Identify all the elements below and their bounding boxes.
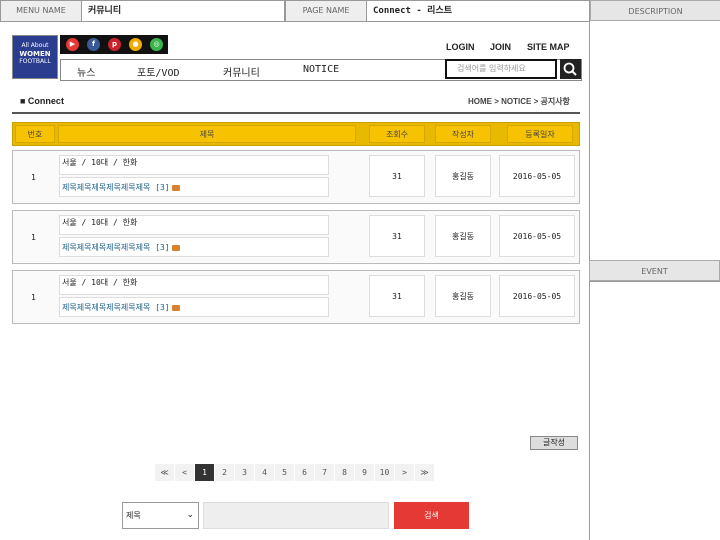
join-link[interactable]: JOIN xyxy=(490,42,511,52)
site-logo[interactable]: All About WOMEN FOOTBALL xyxy=(12,35,58,79)
breadcrumb: HOME > NOTICE > 공지사항 xyxy=(468,97,570,106)
login-link[interactable]: LOGIN xyxy=(446,42,475,52)
search-icon xyxy=(563,62,577,76)
row-title: 제목제목제목제목제목제목 [3] xyxy=(62,243,170,252)
youtube-icon[interactable]: ▶ xyxy=(66,38,79,51)
next-page-button[interactable]: > xyxy=(395,464,414,481)
page-8-button[interactable]: 8 xyxy=(335,464,354,481)
facebook-icon[interactable]: f xyxy=(87,38,100,51)
nav-photo-vod[interactable]: 포토/VOD xyxy=(137,64,179,79)
row-author: 홍길동 xyxy=(435,155,491,197)
page-9-button[interactable]: 9 xyxy=(355,464,374,481)
section-title: ■ Connect xyxy=(20,96,64,106)
th-date: 등록일자 xyxy=(507,125,573,143)
page-10-button[interactable]: 10 xyxy=(375,464,394,481)
page-name-bar: PAGE NAME Connect - 리스트 xyxy=(285,0,590,22)
table-row[interactable]: 1 서울 / 10대 / 한화제목제목제목제목제목제목 [3] 31 홍길동 2016-… xyxy=(12,210,580,264)
row-title: 제목제목제목제목제목제목 [3] xyxy=(62,303,170,312)
row-title: 제목제목제목제목제목제목 [3] xyxy=(62,183,170,192)
row-views: 31 xyxy=(369,155,425,197)
menu-name-label: MENU NAME xyxy=(16,6,66,15)
search-type-select[interactable]: 제목 ⌄ xyxy=(122,502,199,529)
logo-line1: All About xyxy=(21,42,49,49)
first-page-button[interactable]: ≪ xyxy=(155,464,174,481)
row-title-link[interactable]: 제목제목제목제목제목제목 [3] xyxy=(59,177,329,197)
chevron-down-icon: ⌄ xyxy=(186,510,194,520)
page-7-button[interactable]: 7 xyxy=(315,464,334,481)
nav-notice[interactable]: NOTICE xyxy=(303,64,339,75)
row-author: 홍길동 xyxy=(435,215,491,257)
page-3-button[interactable]: 3 xyxy=(235,464,254,481)
logo-line3: FOOTBALL xyxy=(19,58,51,65)
section-divider xyxy=(12,112,580,114)
row-title-link[interactable]: 제목제목제목제목제목제목 [3] xyxy=(59,237,329,257)
header-search-input[interactable]: 검색어를 입력하세요 xyxy=(445,59,557,79)
row-title-link[interactable]: 제목제목제목제목제목제목 [3] xyxy=(59,297,329,317)
event-header: EVENT xyxy=(589,260,720,281)
nav-community[interactable]: 커뮤니티 xyxy=(223,64,260,79)
nav-news[interactable]: 뉴스 xyxy=(77,64,95,79)
new-badge-icon xyxy=(171,184,180,191)
th-views: 조회수 xyxy=(369,125,425,143)
write-button[interactable]: 글작성 xyxy=(530,436,578,450)
search-button[interactable]: 검색 xyxy=(394,502,469,529)
th-title: 제목 xyxy=(58,125,356,143)
row-location: 서울 / 10대 / 한화 xyxy=(59,275,329,295)
page-5-button[interactable]: 5 xyxy=(275,464,294,481)
menu-name-bar: MENU NAME 커뮤니티 xyxy=(0,0,285,22)
row-date: 2016-05-05 xyxy=(499,215,575,257)
row-number: 1 xyxy=(31,293,36,302)
menu-name-value: 커뮤니티 xyxy=(81,1,284,21)
row-location: 서울 / 10대 / 한화 xyxy=(59,155,329,175)
search-input[interactable] xyxy=(203,502,389,529)
kakao-icon[interactable]: ● xyxy=(129,38,142,51)
table-row[interactable]: 1 서울 / 10대 / 한화제목제목제목제목제목제목 [3] 31 홍길동 2016-… xyxy=(12,270,580,324)
naver-band-icon[interactable]: ◎ xyxy=(150,38,163,51)
row-date: 2016-05-05 xyxy=(499,155,575,197)
new-badge-icon xyxy=(171,304,180,311)
row-location: 서울 / 10대 / 한화 xyxy=(59,215,329,235)
row-views: 31 xyxy=(369,275,425,317)
page-6-button[interactable]: 6 xyxy=(295,464,314,481)
last-page-button[interactable]: ≫ xyxy=(415,464,434,481)
row-number: 1 xyxy=(31,233,36,242)
row-date: 2016-05-05 xyxy=(499,275,575,317)
event-divider xyxy=(589,281,720,282)
row-number: 1 xyxy=(31,173,36,182)
page-1-button[interactable]: 1 xyxy=(195,464,214,481)
search-type-value: 제목 xyxy=(126,511,141,520)
header-search-button[interactable] xyxy=(560,59,581,79)
pinterest-icon[interactable]: p xyxy=(108,38,121,51)
row-views: 31 xyxy=(369,215,425,257)
prev-page-button[interactable]: < xyxy=(175,464,194,481)
social-icons: ▶ f p ● ◎ xyxy=(60,35,168,54)
page-4-button[interactable]: 4 xyxy=(255,464,274,481)
new-badge-icon xyxy=(171,244,180,251)
table-row[interactable]: 1 서울 / 10대 / 한화제목제목제목제목제목제목 [3] 31 홍길동 2016-… xyxy=(12,150,580,204)
th-num: 번호 xyxy=(15,125,55,143)
th-author: 작성자 xyxy=(435,125,491,143)
page-name-value: Connect - 리스트 xyxy=(366,1,589,21)
row-author: 홍길동 xyxy=(435,275,491,317)
logo-line2: WOMEN xyxy=(19,50,51,58)
sitemap-link[interactable]: SITE MAP xyxy=(527,42,570,52)
page-2-button[interactable]: 2 xyxy=(215,464,234,481)
page-name-label: PAGE NAME xyxy=(302,6,350,15)
description-header: DESCRIPTION xyxy=(590,0,720,21)
table-header: 번호 제목 조회수 작성자 등록일자 xyxy=(12,122,580,146)
